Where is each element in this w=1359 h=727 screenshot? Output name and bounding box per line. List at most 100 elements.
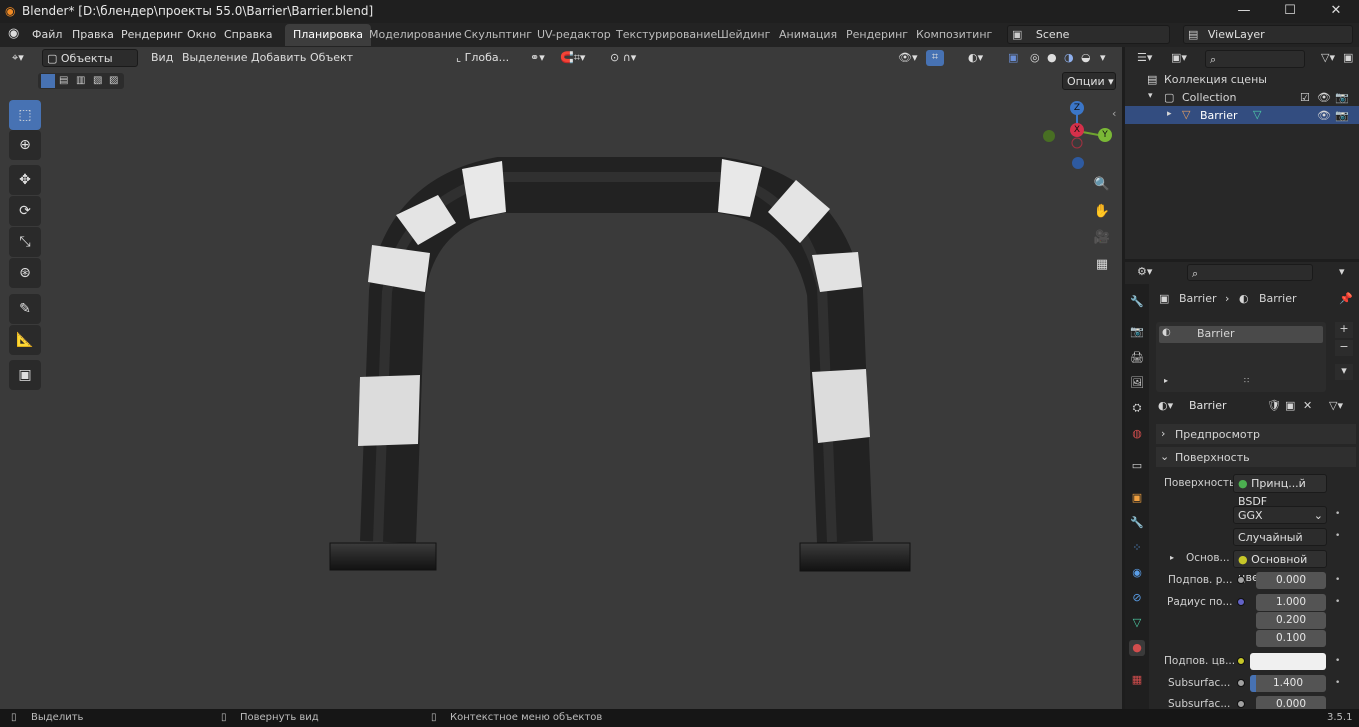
- zoom-icon[interactable]: 🔍: [1090, 173, 1114, 197]
- physics-tab-icon[interactable]: ◉: [1129, 565, 1145, 581]
- base-color-link[interactable]: ● Основной цвет: [1233, 550, 1327, 584]
- outliner-editor-icon[interactable]: ☰▾: [1137, 51, 1152, 64]
- pan-hand-icon[interactable]: ✋: [1090, 200, 1114, 224]
- tool-tab-icon[interactable]: 🔧: [1129, 294, 1145, 310]
- fake-user-icon[interactable]: 🛡: [1267, 399, 1281, 412]
- output-tab-icon[interactable]: 🖨: [1129, 350, 1145, 366]
- navigation-gizmo[interactable]: Z X Y: [1040, 101, 1116, 172]
- surface-panel-header[interactable]: ⌄ Поверхность: [1156, 447, 1356, 467]
- render-tab-icon[interactable]: 📷: [1129, 324, 1145, 340]
- camera-icon[interactable]: 🎥: [1090, 226, 1114, 250]
- display-mode-icon[interactable]: ▣▾: [1171, 51, 1187, 64]
- subsurface-color-swatch[interactable]: [1250, 653, 1326, 670]
- material-tab-icon[interactable]: ●: [1129, 640, 1145, 656]
- expand-collection-icon[interactable]: ▾: [1148, 91, 1153, 101]
- exclude-checkbox[interactable]: ☑: [1300, 91, 1310, 104]
- tab-shading[interactable]: Шейдинг: [709, 24, 778, 46]
- world-tab-icon[interactable]: ◍: [1129, 426, 1145, 442]
- distribution-select[interactable]: GGX ⌄: [1233, 506, 1327, 524]
- minimize-button[interactable]: —: [1221, 0, 1267, 23]
- collection-visibility-icon[interactable]: 👁: [1317, 91, 1331, 104]
- blender-menu-icon[interactable]: ◉: [8, 26, 19, 41]
- material-slot-list[interactable]: ◐ Barrier ▸ ∷: [1156, 322, 1326, 392]
- pin-icon[interactable]: 📌: [1339, 292, 1353, 305]
- subcolor-socket-icon[interactable]: [1237, 657, 1245, 665]
- object-label[interactable]: Barrier: [1200, 109, 1238, 122]
- tab-texture[interactable]: Текстурирование: [608, 24, 725, 46]
- collection-tab-icon[interactable]: ▭: [1129, 458, 1145, 474]
- properties-search[interactable]: ⌕: [1187, 264, 1313, 281]
- subsurface-dot[interactable]: •: [1335, 575, 1340, 585]
- list-expand-icon[interactable]: ▸: [1164, 376, 1168, 385]
- close-button[interactable]: ✕: [1313, 0, 1359, 23]
- scene-collection-label[interactable]: Коллекция сцены: [1164, 73, 1267, 86]
- mesh-data-icon[interactable]: ▽: [1253, 108, 1261, 121]
- tab-layout[interactable]: Планировка: [285, 24, 371, 46]
- new-collection-icon[interactable]: ▣: [1343, 51, 1353, 64]
- subsurface-ior-field[interactable]: 1.400: [1250, 675, 1326, 692]
- object-render-icon[interactable]: 📷: [1335, 109, 1349, 122]
- browse-material-icon[interactable]: ◐▾: [1158, 399, 1173, 412]
- subcolor-dot[interactable]: •: [1335, 656, 1340, 666]
- add-slot-button[interactable]: +: [1335, 322, 1353, 338]
- menu-file[interactable]: Файл: [32, 28, 62, 41]
- object-visibility-icon[interactable]: 👁: [1317, 109, 1331, 122]
- filter-icon[interactable]: ▽▾: [1321, 51, 1335, 64]
- x-axis-icon[interactable]: X: [1070, 123, 1084, 137]
- radius-y-field[interactable]: 0.200: [1256, 612, 1326, 629]
- link-icon[interactable]: ▽▾: [1329, 399, 1343, 412]
- subsurface-socket-icon[interactable]: [1237, 576, 1245, 584]
- scene-selector[interactable]: ▣ Scene: [1007, 25, 1170, 44]
- outliner-search[interactable]: ⌕: [1205, 50, 1305, 68]
- aniso-socket-icon[interactable]: [1237, 700, 1245, 708]
- tab-uv[interactable]: UV-редактор: [529, 24, 619, 46]
- unlink-material-icon[interactable]: ✕: [1303, 399, 1312, 412]
- menu-window[interactable]: Окно: [187, 28, 216, 41]
- maximize-button[interactable]: ☐: [1267, 0, 1313, 23]
- constraints-tab-icon[interactable]: ⊘: [1129, 590, 1145, 606]
- modifier-tab-icon[interactable]: 🔧: [1129, 515, 1145, 531]
- list-resize-handle[interactable]: ∷: [1244, 376, 1249, 385]
- base-expand-icon[interactable]: ▸: [1170, 553, 1174, 562]
- material-name-field[interactable]: Barrier: [1185, 397, 1265, 415]
- z-axis-icon[interactable]: Z: [1070, 101, 1084, 115]
- tab-sculpting[interactable]: Скульптинг: [456, 24, 540, 46]
- menu-help[interactable]: Справка: [224, 28, 272, 41]
- data-tab-icon[interactable]: ▽: [1129, 615, 1145, 631]
- viewlayer-selector[interactable]: ▤ ViewLayer: [1183, 25, 1353, 44]
- tab-animation[interactable]: Анимация: [771, 24, 845, 46]
- 3d-viewport[interactable]: ⌖▾ ▢ Объекты Вид Выделение Добавить Объе…: [0, 47, 1122, 709]
- radius-socket-icon[interactable]: [1237, 598, 1245, 606]
- material-slot-row[interactable]: ◐ Barrier: [1159, 326, 1323, 343]
- tab-rendering[interactable]: Рендеринг: [838, 24, 916, 46]
- particles-tab-icon[interactable]: ⁘: [1129, 540, 1145, 556]
- method-dot[interactable]: •: [1335, 531, 1340, 541]
- slot-specials-icon[interactable]: ▾: [1335, 364, 1353, 380]
- menu-render[interactable]: Рендеринг: [121, 28, 183, 41]
- radius-x-field[interactable]: 1.000: [1256, 594, 1326, 611]
- ior-dot[interactable]: •: [1335, 678, 1340, 688]
- texture-tab-icon[interactable]: ▦: [1129, 672, 1145, 688]
- object-tab-icon[interactable]: ▣: [1129, 490, 1145, 506]
- subsurface-field[interactable]: 0.000: [1256, 572, 1326, 589]
- surface-shader-field[interactable]: ● Принц...й BSDF: [1233, 474, 1327, 508]
- radius-dot[interactable]: •: [1335, 597, 1340, 607]
- remove-slot-button[interactable]: −: [1335, 340, 1353, 356]
- tab-compositing[interactable]: Композитинг: [908, 24, 1000, 46]
- collection-render-icon[interactable]: 📷: [1335, 91, 1349, 104]
- distribution-dot[interactable]: •: [1335, 509, 1340, 519]
- tab-modeling[interactable]: Моделирование: [361, 24, 470, 46]
- properties-options-icon[interactable]: ▾: [1339, 265, 1345, 278]
- subsurface-method-select[interactable]: Случайный об...⌄: [1233, 528, 1327, 562]
- duplicate-material-icon[interactable]: ▣: [1285, 399, 1295, 412]
- ior-socket-icon[interactable]: [1237, 679, 1245, 687]
- scene-tab-icon[interactable]: ⛭: [1129, 400, 1145, 416]
- radius-z-field[interactable]: 0.100: [1256, 630, 1326, 647]
- collection-label[interactable]: Collection: [1182, 91, 1236, 104]
- expand-object-icon[interactable]: ▸: [1167, 109, 1172, 119]
- preview-panel-header[interactable]: › Предпросмотр: [1156, 424, 1356, 444]
- barrier-model[interactable]: [0, 47, 1122, 709]
- menu-edit[interactable]: Правка: [72, 28, 114, 41]
- viewlayer-tab-icon[interactable]: 🖼: [1129, 375, 1145, 391]
- properties-editor-icon[interactable]: ⚙▾: [1137, 265, 1152, 278]
